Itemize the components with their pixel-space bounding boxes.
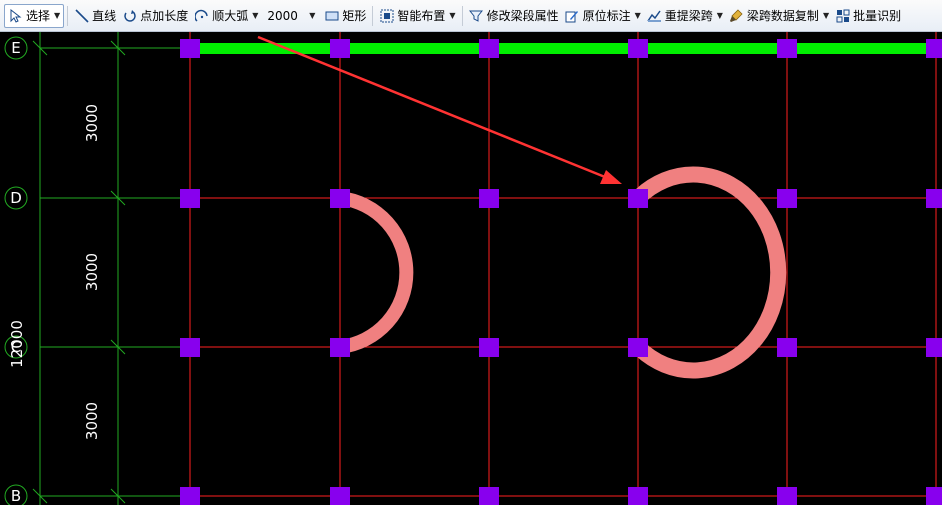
line-button[interactable]: 直线: [71, 4, 119, 28]
modify-segment-icon: [469, 8, 484, 23]
modify-segment-button[interactable]: 修改梁段属性: [466, 4, 562, 28]
origin-label-label: 原位标注: [582, 9, 631, 23]
re-extract-label: 重提梁跨: [664, 9, 713, 23]
column[interactable]: [180, 487, 200, 505]
arc-icon: [194, 8, 209, 23]
drawing-toolbar: 选择 ▼ 直线 点加长度 顺大弧 ▼ 2000 ▼ 矩形 智能布置 ▼ 修改梁段…: [0, 0, 942, 32]
point-length-label: 点加长度: [140, 9, 189, 23]
arc-dropdown-icon[interactable]: ▼: [252, 11, 258, 20]
point-length-button[interactable]: 点加长度: [119, 4, 191, 28]
beam-span-icon: [647, 8, 662, 23]
column[interactable]: [926, 487, 942, 505]
column[interactable]: [926, 39, 942, 58]
column[interactable]: [180, 189, 200, 208]
column[interactable]: [330, 189, 350, 208]
batch-identify-label: 批量识别: [853, 9, 902, 23]
arc-label: 顺大弧: [212, 9, 249, 23]
line-label: 直线: [92, 9, 117, 23]
column[interactable]: [628, 487, 648, 505]
arc-radius-select[interactable]: 2000 ▼: [263, 5, 319, 27]
arc-radius-value: 2000: [267, 8, 298, 23]
line-icon: [74, 8, 89, 23]
arc-button[interactable]: 顺大弧 ▼: [191, 4, 261, 28]
column[interactable]: [926, 189, 942, 208]
column[interactable]: [479, 39, 499, 58]
re-extract-button[interactable]: 重提梁跨 ▼: [644, 4, 726, 28]
smart-layout-dropdown-icon[interactable]: ▼: [449, 11, 455, 20]
modify-segment-label: 修改梁段属性: [486, 9, 559, 23]
column[interactable]: [479, 487, 499, 505]
re-extract-dropdown-icon[interactable]: ▼: [717, 11, 723, 20]
canvas-background: [0, 32, 942, 505]
rectangle-icon: [324, 8, 339, 23]
column[interactable]: [777, 39, 797, 58]
smart-layout-button[interactable]: 智能布置 ▼: [376, 4, 458, 28]
dimension-text: 3000: [83, 253, 101, 291]
column[interactable]: [628, 189, 648, 208]
column[interactable]: [628, 338, 648, 357]
brush-icon: [729, 8, 744, 23]
column[interactable]: [330, 39, 350, 58]
column[interactable]: [330, 487, 350, 505]
dimension-text: 3000: [83, 402, 101, 440]
column[interactable]: [330, 338, 350, 357]
total-dimension-text: 12000: [8, 320, 26, 368]
toolbar-separator: [372, 5, 374, 26]
point-length-icon: [122, 8, 137, 23]
batch-identify-button[interactable]: 批量识别: [832, 4, 904, 28]
column[interactable]: [926, 338, 942, 357]
axis-label-e: E: [11, 39, 20, 57]
column[interactable]: [180, 39, 200, 58]
chevron-down-icon: ▼: [309, 11, 316, 20]
smart-layout-icon: [379, 8, 394, 23]
origin-label-dropdown-icon[interactable]: ▼: [635, 11, 641, 20]
rectangle-button[interactable]: 矩形: [321, 4, 369, 28]
select-dropdown-icon[interactable]: ▼: [54, 11, 60, 20]
column[interactable]: [479, 338, 499, 357]
axis-label-d: D: [10, 189, 22, 207]
axis-label-b: B: [11, 487, 21, 505]
column[interactable]: [777, 487, 797, 505]
copy-span-dropdown-icon[interactable]: ▼: [823, 11, 829, 20]
smart-layout-label: 智能布置: [397, 9, 446, 23]
copy-span-label: 梁跨数据复制: [746, 9, 819, 23]
select-button[interactable]: 选择 ▼: [4, 3, 65, 28]
dimension-text: 3000: [83, 104, 101, 142]
column[interactable]: [777, 338, 797, 357]
column[interactable]: [628, 39, 648, 58]
column[interactable]: [479, 189, 499, 208]
origin-label-button[interactable]: 原位标注 ▼: [562, 4, 644, 28]
pencil-icon: [565, 8, 580, 23]
column[interactable]: [180, 338, 200, 357]
cursor-icon: [8, 8, 23, 23]
toolbar-separator: [461, 5, 463, 26]
select-label: 选择: [26, 9, 51, 23]
batch-identify-icon: [835, 8, 850, 23]
copy-span-button[interactable]: 梁跨数据复制 ▼: [726, 4, 832, 28]
toolbar-separator: [67, 5, 69, 26]
rectangle-label: 矩形: [342, 9, 367, 23]
beam-e[interactable]: [190, 43, 942, 54]
drawing-canvas[interactable]: E D C B 3000 3000 3000 12000: [0, 32, 942, 505]
column[interactable]: [777, 189, 797, 208]
